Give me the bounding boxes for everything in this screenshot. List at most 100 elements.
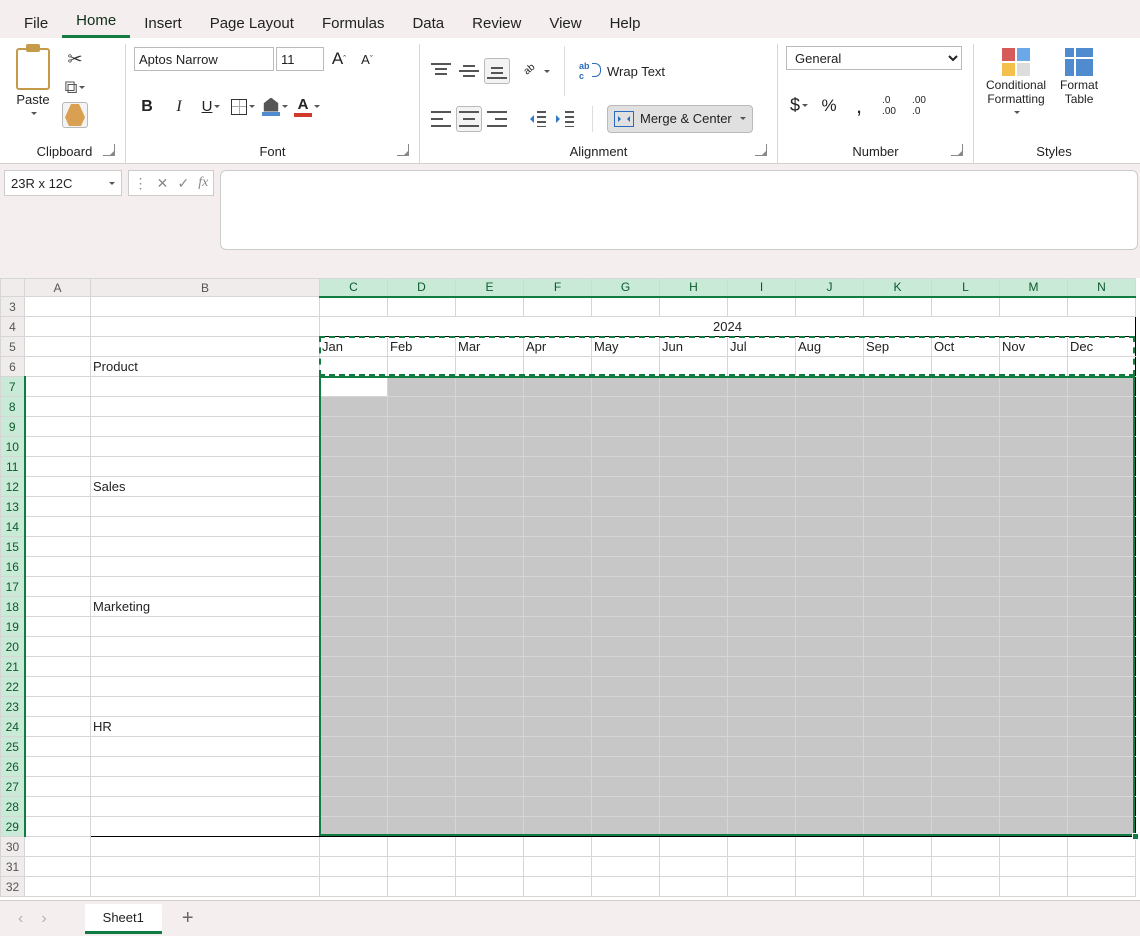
cell-K22[interactable]: [864, 677, 932, 697]
cell-C23[interactable]: [320, 697, 388, 717]
cell-D20[interactable]: [388, 637, 456, 657]
cell-K28[interactable]: [864, 797, 932, 817]
cell-K23[interactable]: [864, 697, 932, 717]
col-header-C[interactable]: C: [320, 279, 388, 297]
percent-format-button[interactable]: %: [816, 93, 842, 119]
cell-G5[interactable]: May: [592, 337, 660, 357]
cell-G31[interactable]: [592, 857, 660, 877]
cell-F30[interactable]: [524, 837, 592, 857]
cell-C12[interactable]: [320, 477, 388, 497]
wrap-text-button[interactable]: Wrap Text: [579, 58, 665, 84]
cell-B28[interactable]: [91, 797, 320, 817]
cell-N20[interactable]: [1068, 637, 1136, 657]
cell-H14[interactable]: [660, 517, 728, 537]
cell-G3[interactable]: [592, 297, 660, 317]
cell-F21[interactable]: [524, 657, 592, 677]
menu-help[interactable]: Help: [596, 7, 655, 38]
cell-M6[interactable]: [1000, 357, 1068, 377]
cell-M10[interactable]: [1000, 437, 1068, 457]
menu-file[interactable]: File: [10, 7, 62, 38]
cell-L6[interactable]: [932, 357, 1000, 377]
cell-F31[interactable]: [524, 857, 592, 877]
cell-B9[interactable]: [91, 417, 320, 437]
cell-E29[interactable]: [456, 817, 524, 837]
cell-D18[interactable]: [388, 597, 456, 617]
cell-J15[interactable]: [796, 537, 864, 557]
cell-N6[interactable]: [1068, 357, 1136, 377]
cell-I12[interactable]: [728, 477, 796, 497]
cell-C19[interactable]: [320, 617, 388, 637]
cell-B29[interactable]: [91, 817, 320, 837]
cell-J28[interactable]: [796, 797, 864, 817]
row-header-15[interactable]: 15: [1, 537, 25, 557]
row-header-12[interactable]: 12: [1, 477, 25, 497]
cell-H7[interactable]: [660, 377, 728, 397]
cell-F12[interactable]: [524, 477, 592, 497]
cell-F5[interactable]: Apr: [524, 337, 592, 357]
cell-A11[interactable]: [25, 457, 91, 477]
row-header-26[interactable]: 26: [1, 757, 25, 777]
cell-A16[interactable]: [25, 557, 91, 577]
col-header-J[interactable]: J: [796, 279, 864, 297]
cell-N14[interactable]: [1068, 517, 1136, 537]
cell-H30[interactable]: [660, 837, 728, 857]
cell-E31[interactable]: [456, 857, 524, 877]
cell-G7[interactable]: [592, 377, 660, 397]
cell-N24[interactable]: [1068, 717, 1136, 737]
cell-K14[interactable]: [864, 517, 932, 537]
col-header-D[interactable]: D: [388, 279, 456, 297]
cell-A24[interactable]: [25, 717, 91, 737]
cell-H11[interactable]: [660, 457, 728, 477]
cancel-icon[interactable]: ✕: [157, 175, 169, 192]
cell-H13[interactable]: [660, 497, 728, 517]
cell-M5[interactable]: Nov: [1000, 337, 1068, 357]
cell-I8[interactable]: [728, 397, 796, 417]
cell-G12[interactable]: [592, 477, 660, 497]
cell-I32[interactable]: [728, 877, 796, 897]
cell-N17[interactable]: [1068, 577, 1136, 597]
cell-M11[interactable]: [1000, 457, 1068, 477]
cell-I31[interactable]: [728, 857, 796, 877]
row-header-32[interactable]: 32: [1, 877, 25, 897]
fx-icon[interactable]: fx: [198, 175, 208, 191]
cell-N31[interactable]: [1068, 857, 1136, 877]
cell-G24[interactable]: [592, 717, 660, 737]
cell-C3[interactable]: [320, 297, 388, 317]
cell-A30[interactable]: [25, 837, 91, 857]
cell-I6[interactable]: [728, 357, 796, 377]
cell-I27[interactable]: [728, 777, 796, 797]
cell-B31[interactable]: [91, 857, 320, 877]
cell-A32[interactable]: [25, 877, 91, 897]
cell-A8[interactable]: [25, 397, 91, 417]
cell-E16[interactable]: [456, 557, 524, 577]
cell-K20[interactable]: [864, 637, 932, 657]
next-sheet-button[interactable]: ›: [37, 906, 50, 932]
cell-G16[interactable]: [592, 557, 660, 577]
select-all-corner[interactable]: [1, 279, 25, 297]
cell-F18[interactable]: [524, 597, 592, 617]
cell-A22[interactable]: [25, 677, 91, 697]
cell-I9[interactable]: [728, 417, 796, 437]
cell-C32[interactable]: [320, 877, 388, 897]
cell-I3[interactable]: [728, 297, 796, 317]
cell-G10[interactable]: [592, 437, 660, 457]
dialog-launcher-icon[interactable]: [951, 144, 963, 156]
cell-L20[interactable]: [932, 637, 1000, 657]
cell-M29[interactable]: [1000, 817, 1068, 837]
cell-K24[interactable]: [864, 717, 932, 737]
cell-N28[interactable]: [1068, 797, 1136, 817]
cell-M14[interactable]: [1000, 517, 1068, 537]
cell-H16[interactable]: [660, 557, 728, 577]
cell-H8[interactable]: [660, 397, 728, 417]
cell-F28[interactable]: [524, 797, 592, 817]
cell-I19[interactable]: [728, 617, 796, 637]
cell-I10[interactable]: [728, 437, 796, 457]
cell-J11[interactable]: [796, 457, 864, 477]
cell-H24[interactable]: [660, 717, 728, 737]
cell-G21[interactable]: [592, 657, 660, 677]
cell-G18[interactable]: [592, 597, 660, 617]
comma-format-button[interactable]: ,: [846, 93, 872, 119]
cell-I21[interactable]: [728, 657, 796, 677]
cell-A3[interactable]: [25, 297, 91, 317]
cell-D9[interactable]: [388, 417, 456, 437]
